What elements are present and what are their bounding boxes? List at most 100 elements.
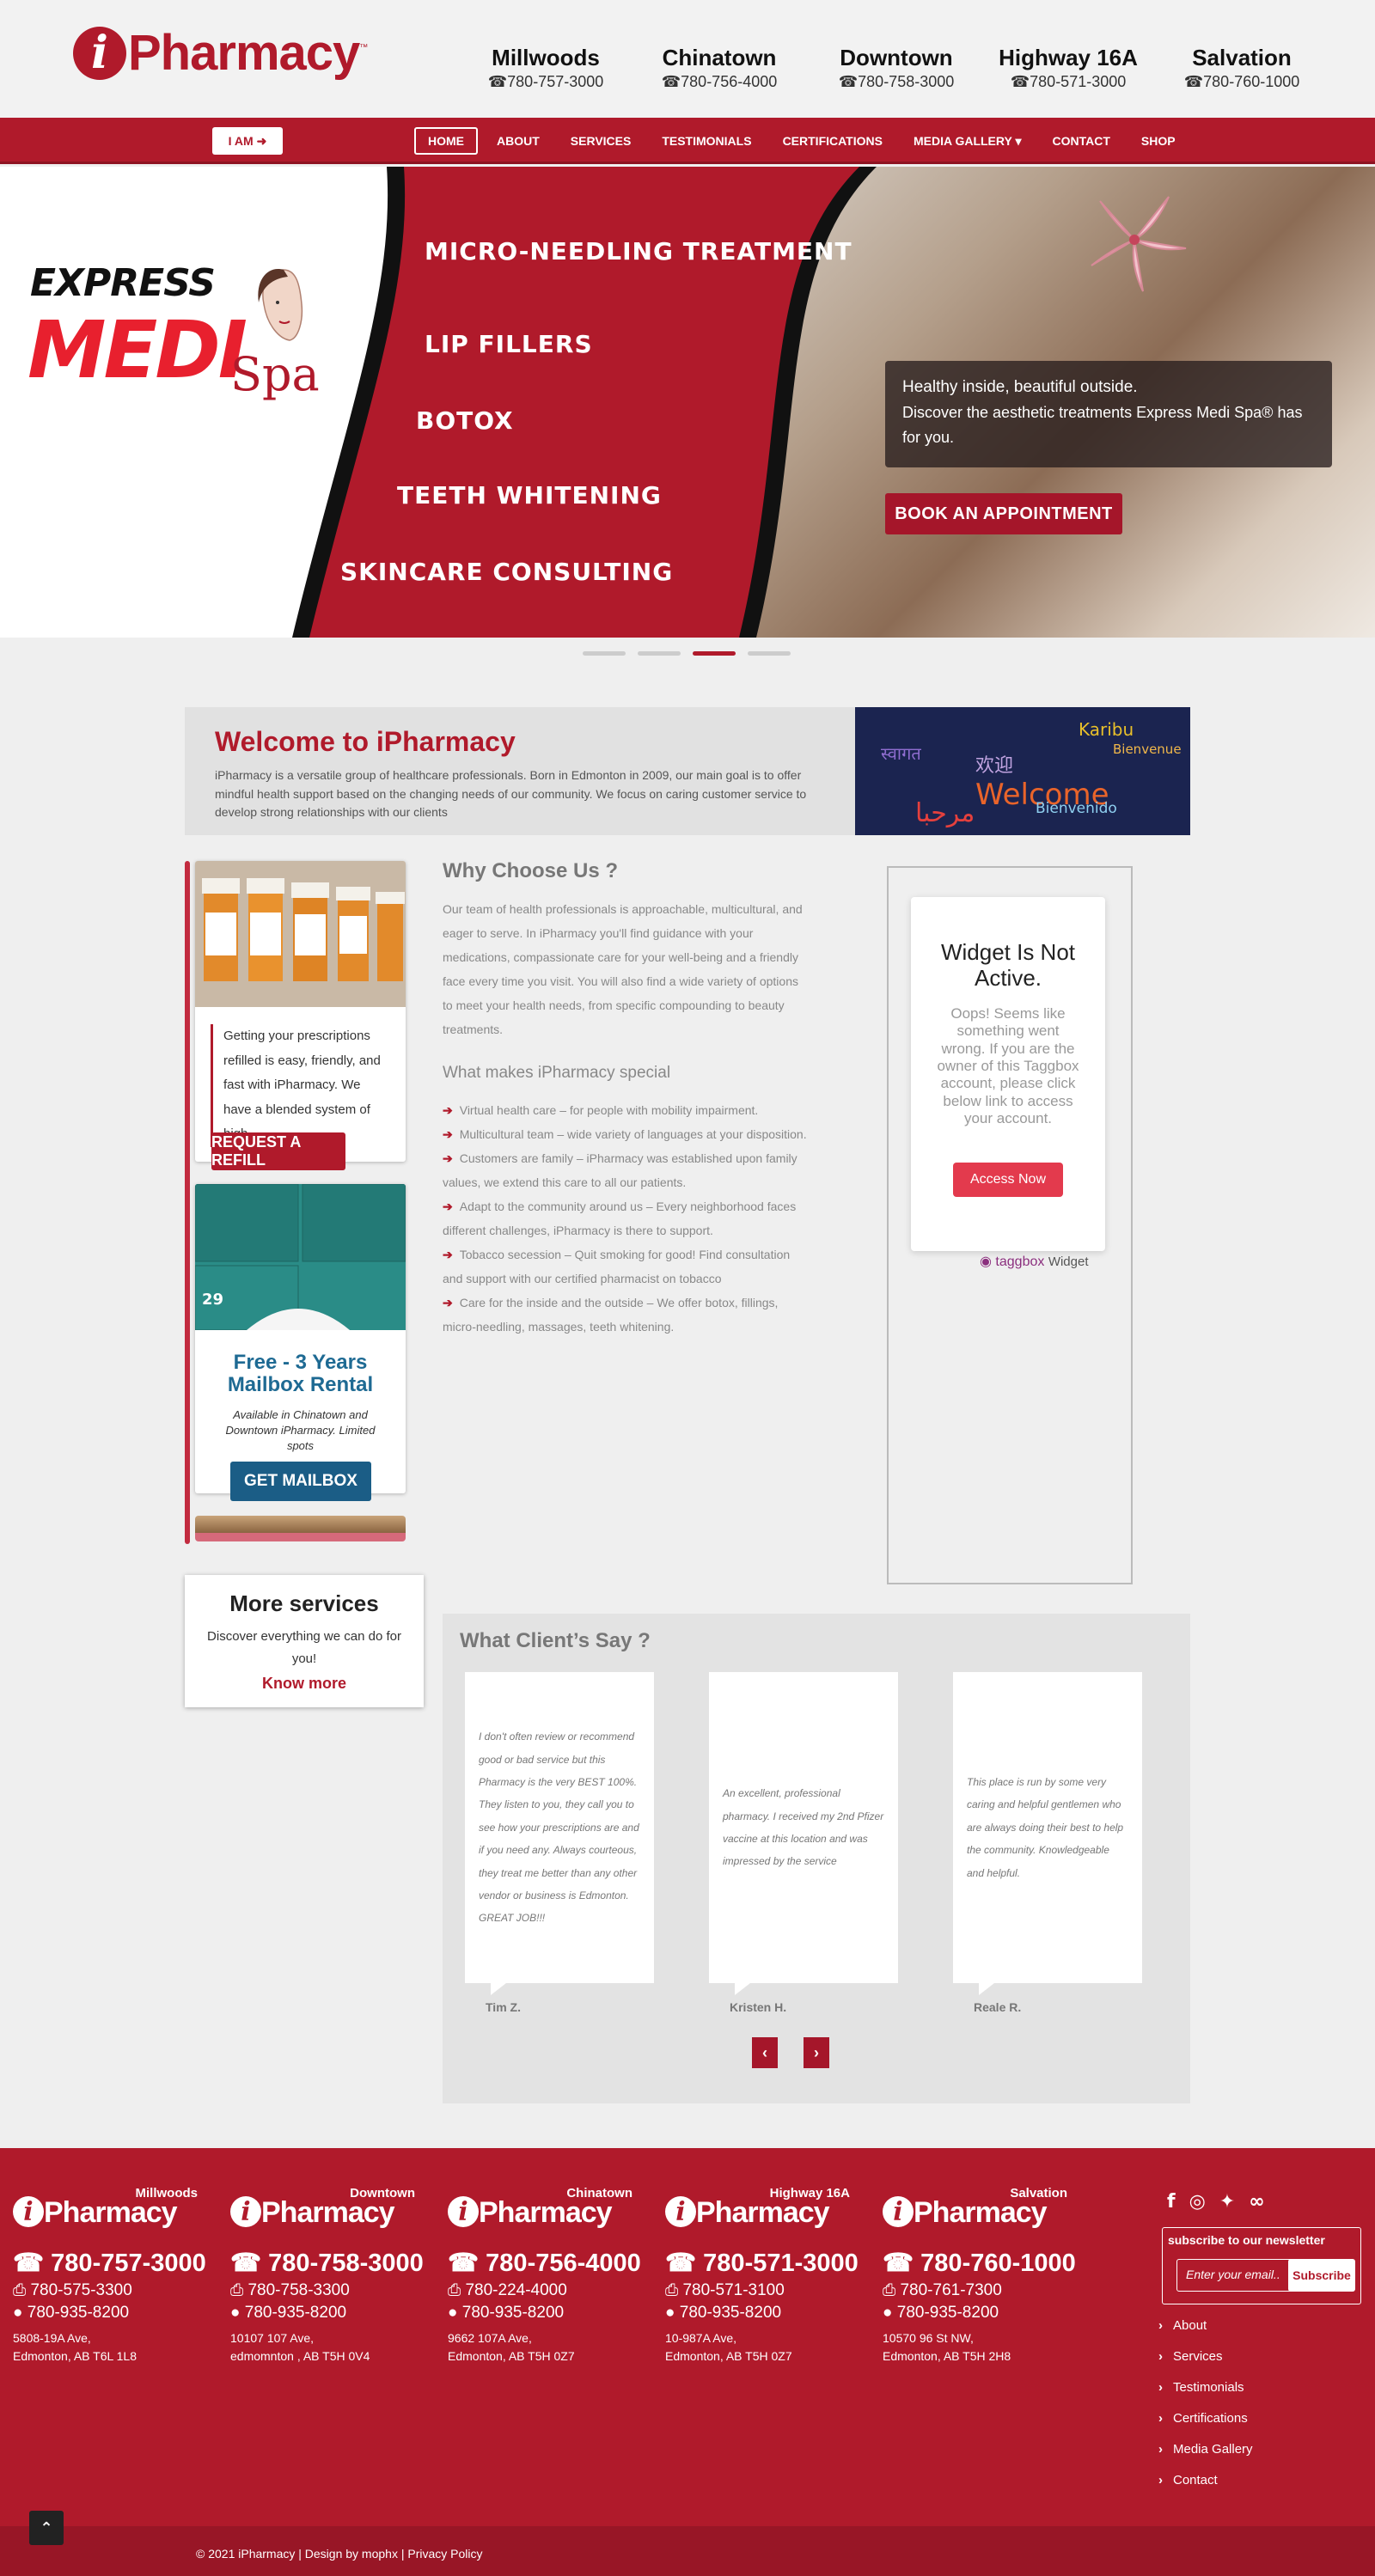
footer-logo[interactable]: Millwoods i Pharmacy	[13, 2186, 228, 2229]
twitter-icon[interactable]: ✦	[1219, 2191, 1235, 2213]
arrow-right-icon: ➔	[443, 1199, 453, 1213]
testimonial-text: This place is run by some very caring an…	[967, 1776, 1124, 1879]
nav-contact[interactable]: CONTACT	[1040, 127, 1121, 155]
header-location-millwoods[interactable]: Millwoods ☎780-757-3000	[473, 45, 619, 91]
logo-i-mark: i	[883, 2196, 914, 2227]
treatment-botox: BOTOX	[416, 406, 514, 435]
brand-medi: MEDI	[28, 304, 248, 396]
ipharmacy-logo[interactable]: i Pharmacy ™	[73, 24, 368, 82]
nav-testimonials[interactable]: TESTIMONIALS	[650, 127, 763, 155]
more-services-title: More services	[229, 1590, 379, 1616]
testimonials-prev-button[interactable]: ‹	[752, 2037, 778, 2068]
nav-media-gallery[interactable]: MEDIA GALLERY ▾	[901, 127, 1034, 155]
footer-links: › About › Services › Testimonials › Certific…	[1158, 2318, 1253, 2504]
logo-i-mark: i	[13, 2196, 44, 2227]
slide-indicator-1[interactable]	[583, 651, 626, 656]
location-phone[interactable]: ☎780-571-3000	[995, 73, 1141, 91]
hero-slider[interactable]: MICRO-NEEDLING TREATMENT LIP FILLERS BOT…	[0, 167, 1375, 638]
footer-phone[interactable]: ☎ 780-758-3000	[230, 2248, 445, 2278]
footer-whatsapp[interactable]: ● 780-935-8200	[230, 2304, 445, 2323]
footer-phone[interactable]: ☎ 780-756-4000	[448, 2248, 663, 2278]
why-text: Our team of health professionals is appr…	[443, 902, 803, 1036]
footer-logo[interactable]: Chinatown i Pharmacy	[448, 2186, 663, 2229]
header-location-salvation[interactable]: Salvation ☎780-760-1000	[1169, 45, 1315, 91]
caption-text: Discover the aesthetic treatments Expres…	[902, 404, 1303, 447]
logo-i-mark: i	[73, 26, 126, 80]
testimonials-next-button[interactable]: ›	[804, 2037, 829, 2068]
chevron-right-icon: ›	[1158, 2349, 1163, 2364]
woman-face-icon	[258, 269, 303, 341]
logo-text: Pharmacy	[914, 2196, 1048, 2229]
instagram-icon[interactable]: ◎	[1189, 2191, 1206, 2213]
taggbox-logo-icon: ◉	[980, 1254, 992, 1269]
brand-express: EXPRESS	[30, 261, 216, 305]
footer-address: 10570 96 St NW, Edmonton, AB T5H 2H8	[883, 2331, 1011, 2363]
word-karibu: Karibu	[1079, 719, 1134, 740]
special-title: What makes iPharmacy special	[443, 1064, 671, 1082]
footer-logo[interactable]: Salvation i Pharmacy	[883, 2186, 1097, 2229]
location-phone[interactable]: ☎780-758-3000	[823, 73, 969, 91]
footer-logo[interactable]: Highway 16A i Pharmacy	[665, 2186, 880, 2229]
footer-whatsapp[interactable]: ● 780-935-8200	[13, 2304, 228, 2323]
access-now-button[interactable]: Access Now	[952, 1162, 1064, 1197]
sidebar-accent-line	[185, 861, 190, 1544]
slide-indicator-4[interactable]	[748, 651, 791, 656]
footer-phone[interactable]: ☎ 780-571-3000	[665, 2248, 880, 2278]
i-am-button[interactable]: I AM ➜	[212, 127, 283, 155]
footer-logo[interactable]: Downtown i Pharmacy	[230, 2186, 445, 2229]
nav-shop[interactable]: SHOP	[1129, 127, 1188, 155]
nav-about[interactable]: ABOUT	[485, 127, 552, 155]
main-nav: I AM ➜ HOME ABOUT SERVICES TESTIMONIALS …	[0, 118, 1375, 164]
footer-location-salvation: Salvation i Pharmacy ☎ 780-760-1000 ⎙ 78…	[883, 2186, 1097, 2365]
get-mailbox-button[interactable]: GET MAILBOX	[230, 1462, 371, 1501]
testimonials-section: What Client’s Say ? I don't often review…	[443, 1614, 1190, 2103]
header-location-downtown[interactable]: Downtown ☎780-758-3000	[823, 45, 969, 91]
footer-phone[interactable]: ☎ 780-760-1000	[883, 2248, 1097, 2278]
know-more-link[interactable]: Know more	[185, 1675, 424, 1693]
footer-location-downtown: Downtown i Pharmacy ☎ 780-758-3000 ⎙ 780…	[230, 2186, 445, 2365]
book-appointment-button[interactable]: BOOK AN APPOINTMENT	[885, 493, 1122, 534]
footer-link-about[interactable]: › About	[1158, 2318, 1253, 2333]
caption-headline: Healthy inside, beautiful outside.	[902, 378, 1138, 396]
logo-text: Pharmacy	[44, 2196, 178, 2229]
nav-home[interactable]: HOME	[414, 127, 478, 155]
mailbox-lockers-image: 29	[195, 1184, 406, 1331]
header-location-chinatown[interactable]: Chinatown ☎780-756-4000	[646, 45, 792, 91]
footer-fax: ⎙ 780-224-4000	[448, 2281, 567, 2299]
scroll-to-top-button[interactable]: ⌃	[29, 2511, 64, 2545]
footer-link-services[interactable]: › Services	[1158, 2349, 1253, 2364]
footer-link-contact[interactable]: › Contact	[1158, 2473, 1253, 2487]
slide-indicator-3[interactable]	[693, 651, 736, 656]
location-phone[interactable]: ☎780-760-1000	[1169, 73, 1315, 91]
facebook-icon[interactable]: f	[1167, 2191, 1176, 2213]
footer-link-media-gallery[interactable]: › Media Gallery	[1158, 2442, 1253, 2457]
footer-link-certifications[interactable]: › Certifications	[1158, 2411, 1253, 2426]
logo-text: Pharmacy	[261, 2196, 395, 2229]
location-phone[interactable]: ☎780-757-3000	[473, 73, 619, 91]
location-name: Chinatown	[662, 45, 777, 70]
footer-whatsapp[interactable]: ● 780-935-8200	[883, 2304, 1097, 2323]
arrow-right-icon: ➔	[443, 1248, 453, 1261]
location-name: Highway 16A	[999, 45, 1138, 70]
footer-link-testimonials[interactable]: › Testimonials	[1158, 2380, 1253, 2395]
taggbox-branding[interactable]: ◉ taggbox Widget	[980, 1253, 1089, 1270]
slide-indicator-2[interactable]	[638, 651, 681, 656]
footer-phone[interactable]: ☎ 780-757-3000	[13, 2248, 228, 2278]
nav-items: HOME ABOUT SERVICES TESTIMONIALS CERTIFI…	[414, 127, 1195, 155]
header-location-highway16a[interactable]: Highway 16A ☎780-571-3000	[995, 45, 1141, 91]
subscribe-button[interactable]: Subscribe	[1288, 2259, 1355, 2292]
tripadvisor-icon[interactable]: ∞	[1249, 2191, 1264, 2213]
logo-text: Pharmacy	[696, 2196, 830, 2229]
location-phone[interactable]: ☎780-756-4000	[646, 73, 792, 91]
nav-certifications[interactable]: CERTIFICATIONS	[771, 127, 895, 155]
logo-i-mark: i	[230, 2196, 261, 2227]
footer-fax: ⎙ 780-761-7300	[883, 2281, 1002, 2299]
newsletter-email-input[interactable]: Enter your email..	[1176, 2259, 1304, 2292]
footer-whatsapp[interactable]: ● 780-935-8200	[665, 2304, 880, 2323]
welcome-section: Welcome to iPharmacy iPharmacy is a vers…	[185, 707, 855, 835]
footer-whatsapp[interactable]: ● 780-935-8200	[448, 2304, 663, 2323]
welcome-multilingual-image: Welcome Karibu Bienvenue Bienvenido 欢迎 م…	[855, 707, 1190, 835]
request-refill-button[interactable]: REQUEST A REFILL	[211, 1132, 345, 1170]
word-bienvenido: Bienvenido	[1036, 800, 1117, 817]
nav-services[interactable]: SERVICES	[559, 127, 644, 155]
